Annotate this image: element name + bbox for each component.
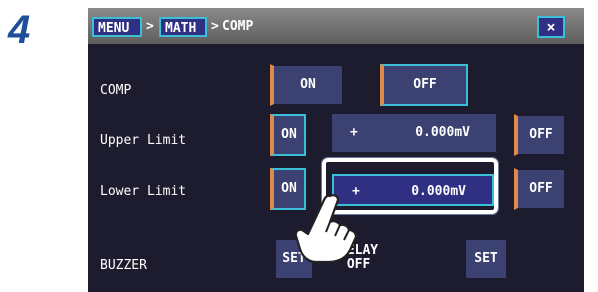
breadcrumb-comp: COMP bbox=[222, 19, 254, 34]
breadcrumb-separator: > bbox=[146, 19, 154, 34]
upper-limit-value: 0.000mV bbox=[415, 125, 470, 140]
upper-limit-on-button[interactable]: ON bbox=[270, 114, 306, 156]
lower-limit-label: Lower Limit bbox=[100, 184, 187, 199]
upper-limit-label: Upper Limit bbox=[100, 133, 187, 148]
comp-off-button[interactable]: OFF bbox=[380, 64, 468, 106]
close-button[interactable]: × bbox=[537, 16, 565, 38]
breadcrumb-math[interactable]: MATH bbox=[159, 17, 207, 37]
pointing-hand-icon bbox=[290, 192, 360, 270]
title-bar: MENU > MATH > COMP × bbox=[88, 8, 584, 44]
upper-limit-off-button[interactable]: OFF bbox=[514, 114, 566, 156]
comp-on-button[interactable]: ON bbox=[270, 64, 344, 106]
upper-limit-value-field[interactable]: + 0.000mV bbox=[332, 114, 496, 152]
breadcrumb-separator: > bbox=[211, 19, 219, 34]
comp-label: COMP bbox=[100, 83, 132, 98]
lower-limit-off-button[interactable]: OFF bbox=[514, 168, 566, 210]
step-number: 4 bbox=[8, 8, 31, 52]
delay-set-button[interactable]: SET bbox=[464, 238, 508, 280]
close-icon: × bbox=[546, 18, 556, 36]
upper-limit-sign: + bbox=[350, 125, 358, 140]
breadcrumb-menu[interactable]: MENU bbox=[92, 17, 142, 37]
buzzer-label: BUZZER bbox=[100, 258, 147, 273]
